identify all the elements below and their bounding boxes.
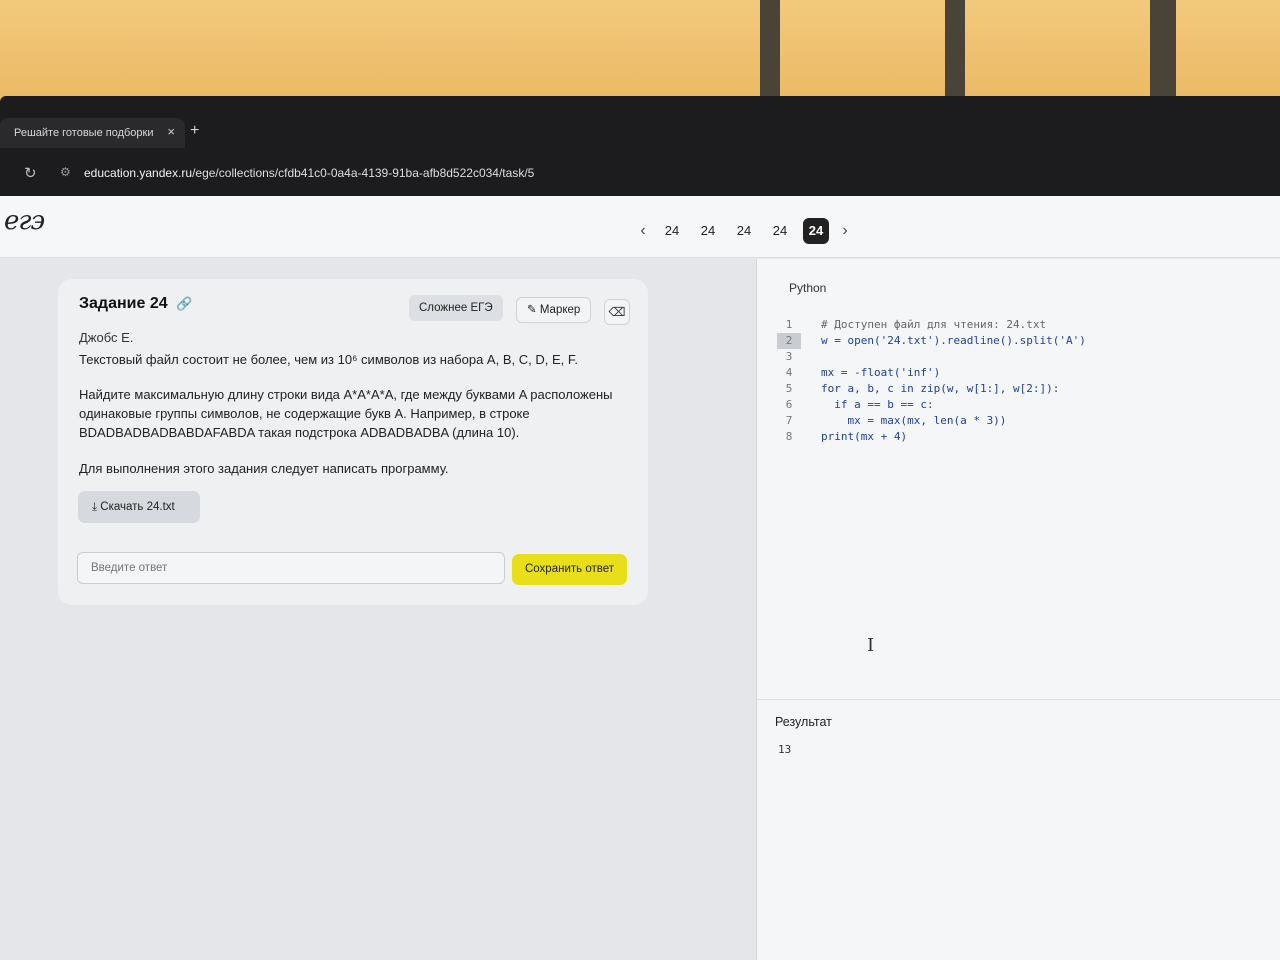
code-text: mx = -float('inf') <box>821 366 941 379</box>
harder-than-ege-button[interactable]: Сложнее ЕГЭ <box>409 295 503 321</box>
line-number: 1 <box>785 318 793 331</box>
save-answer-button[interactable]: Сохранить ответ <box>512 554 627 585</box>
browser-tab[interactable]: Решайте готовые подборки × <box>0 118 185 148</box>
line-number: 3 <box>785 350 793 363</box>
pencil-icon: ✎ <box>527 304 537 316</box>
task-panel: Задание 24 🔗 Сложнее ЕГЭ ✎ Маркер ⌫ Джоб… <box>0 259 756 960</box>
code-line[interactable]: 4 mx = -float('inf') <box>777 365 1086 381</box>
code-text: # Доступен файл для чтения: 24.txt <box>821 318 1047 331</box>
download-icon: ⤓ <box>92 501 98 513</box>
site-settings-icon[interactable]: ⚙ <box>60 165 71 179</box>
line-number: 7 <box>785 414 793 427</box>
code-editor-panel: Python 1 # Доступен файл для чтения: 24.t… <box>756 259 1280 960</box>
line-number: 4 <box>785 366 793 379</box>
chevron-left-icon[interactable]: ‹ <box>632 222 654 240</box>
pager-item[interactable]: 24 <box>690 218 726 244</box>
line-number: 5 <box>785 382 793 395</box>
code-line[interactable]: 2 w = open('24.txt').readline().split('A'… <box>777 333 1086 349</box>
browser-chrome: Решайте готовые подборки × + ↻ ⚙ educati… <box>0 96 1280 196</box>
task-title-text: Задание 24 <box>79 295 168 312</box>
code-line[interactable]: 8 print(mx + 4) <box>777 429 1086 445</box>
task-note: Для выполнения этого задания следует нап… <box>79 461 449 476</box>
result-value: 13 <box>778 743 792 756</box>
line-number: 8 <box>785 430 793 443</box>
url-host: education.yandex.ru <box>84 166 193 180</box>
code-editor[interactable]: 1 # Доступен файл для чтения: 24.txt 2 w = … <box>777 317 1086 445</box>
tab-title: Решайте готовые подборки <box>14 127 154 139</box>
url-text[interactable]: education.yandex.ru/ege/collections/cfdb… <box>84 166 534 180</box>
task-title: Задание 24 🔗 <box>79 295 192 313</box>
code-text: if a == b == c: <box>821 398 934 411</box>
code-text: mx = max(mx, len(a * 3)) <box>821 414 1007 427</box>
pager-item-active[interactable]: 24 <box>803 218 829 244</box>
line-number: 2 <box>777 333 801 349</box>
download-file-button[interactable]: ⤓ Скачать 24.txt <box>78 491 200 523</box>
pager-item[interactable]: 24 <box>654 218 690 244</box>
reload-icon[interactable]: ↻ <box>24 164 37 182</box>
url-path: /ege/collections/cfdb41c0-0a4a-4139-91ba… <box>192 166 535 180</box>
task-card: Задание 24 🔗 Сложнее ЕГЭ ✎ Маркер ⌫ Джоб… <box>58 279 648 605</box>
code-line[interactable]: 3 <box>777 349 1086 365</box>
task-author: Джобс Е. <box>79 330 134 345</box>
download-label: Скачать 24.txt <box>100 501 175 513</box>
task-pager: ‹ 24 24 24 24 24 › <box>632 218 856 244</box>
ege-logo[interactable]: егэ <box>4 206 45 236</box>
marker-button[interactable]: ✎ Маркер <box>516 297 592 323</box>
answer-input[interactable] <box>77 552 505 584</box>
code-text: w = open('24.txt').readline().split('A') <box>821 334 1086 347</box>
new-tab-icon[interactable]: + <box>190 122 199 140</box>
chevron-right-icon[interactable]: › <box>834 222 856 240</box>
code-line[interactable]: 5 for a, b, c in zip(w, w[1:], w[2:]): <box>777 381 1086 397</box>
code-line[interactable]: 1 # Доступен файл для чтения: 24.txt <box>777 317 1086 333</box>
eraser-icon[interactable]: ⌫ <box>604 299 630 325</box>
pager-item[interactable]: 24 <box>762 218 798 244</box>
address-bar[interactable]: ↻ ⚙ education.yandex.ru/ege/collections/… <box>0 156 1280 192</box>
language-label[interactable]: Python <box>789 281 826 295</box>
code-text: for a, b, c in zip(w, w[1:], w[2:]): <box>821 382 1060 395</box>
divider <box>757 699 1280 700</box>
result-title: Результат <box>775 715 832 729</box>
tab-close-icon[interactable]: × <box>167 124 175 139</box>
code-line[interactable]: 7 mx = max(mx, len(a * 3)) <box>777 413 1086 429</box>
task-question: Найдите максимальную длину строки вида A… <box>79 387 613 440</box>
line-number: 6 <box>785 398 793 411</box>
code-line[interactable]: 6 if a == b == c: <box>777 397 1086 413</box>
page-header: егэ ‹ 24 24 24 24 24 › <box>0 196 1280 258</box>
text-cursor-icon: I <box>867 635 875 656</box>
link-icon[interactable]: 🔗 <box>176 296 192 311</box>
code-text: print(mx + 4) <box>821 430 908 443</box>
pager-item[interactable]: 24 <box>726 218 762 244</box>
marker-label: Маркер <box>539 304 581 316</box>
task-statement: Текстовый файл состоит не более, чем из … <box>79 352 578 367</box>
